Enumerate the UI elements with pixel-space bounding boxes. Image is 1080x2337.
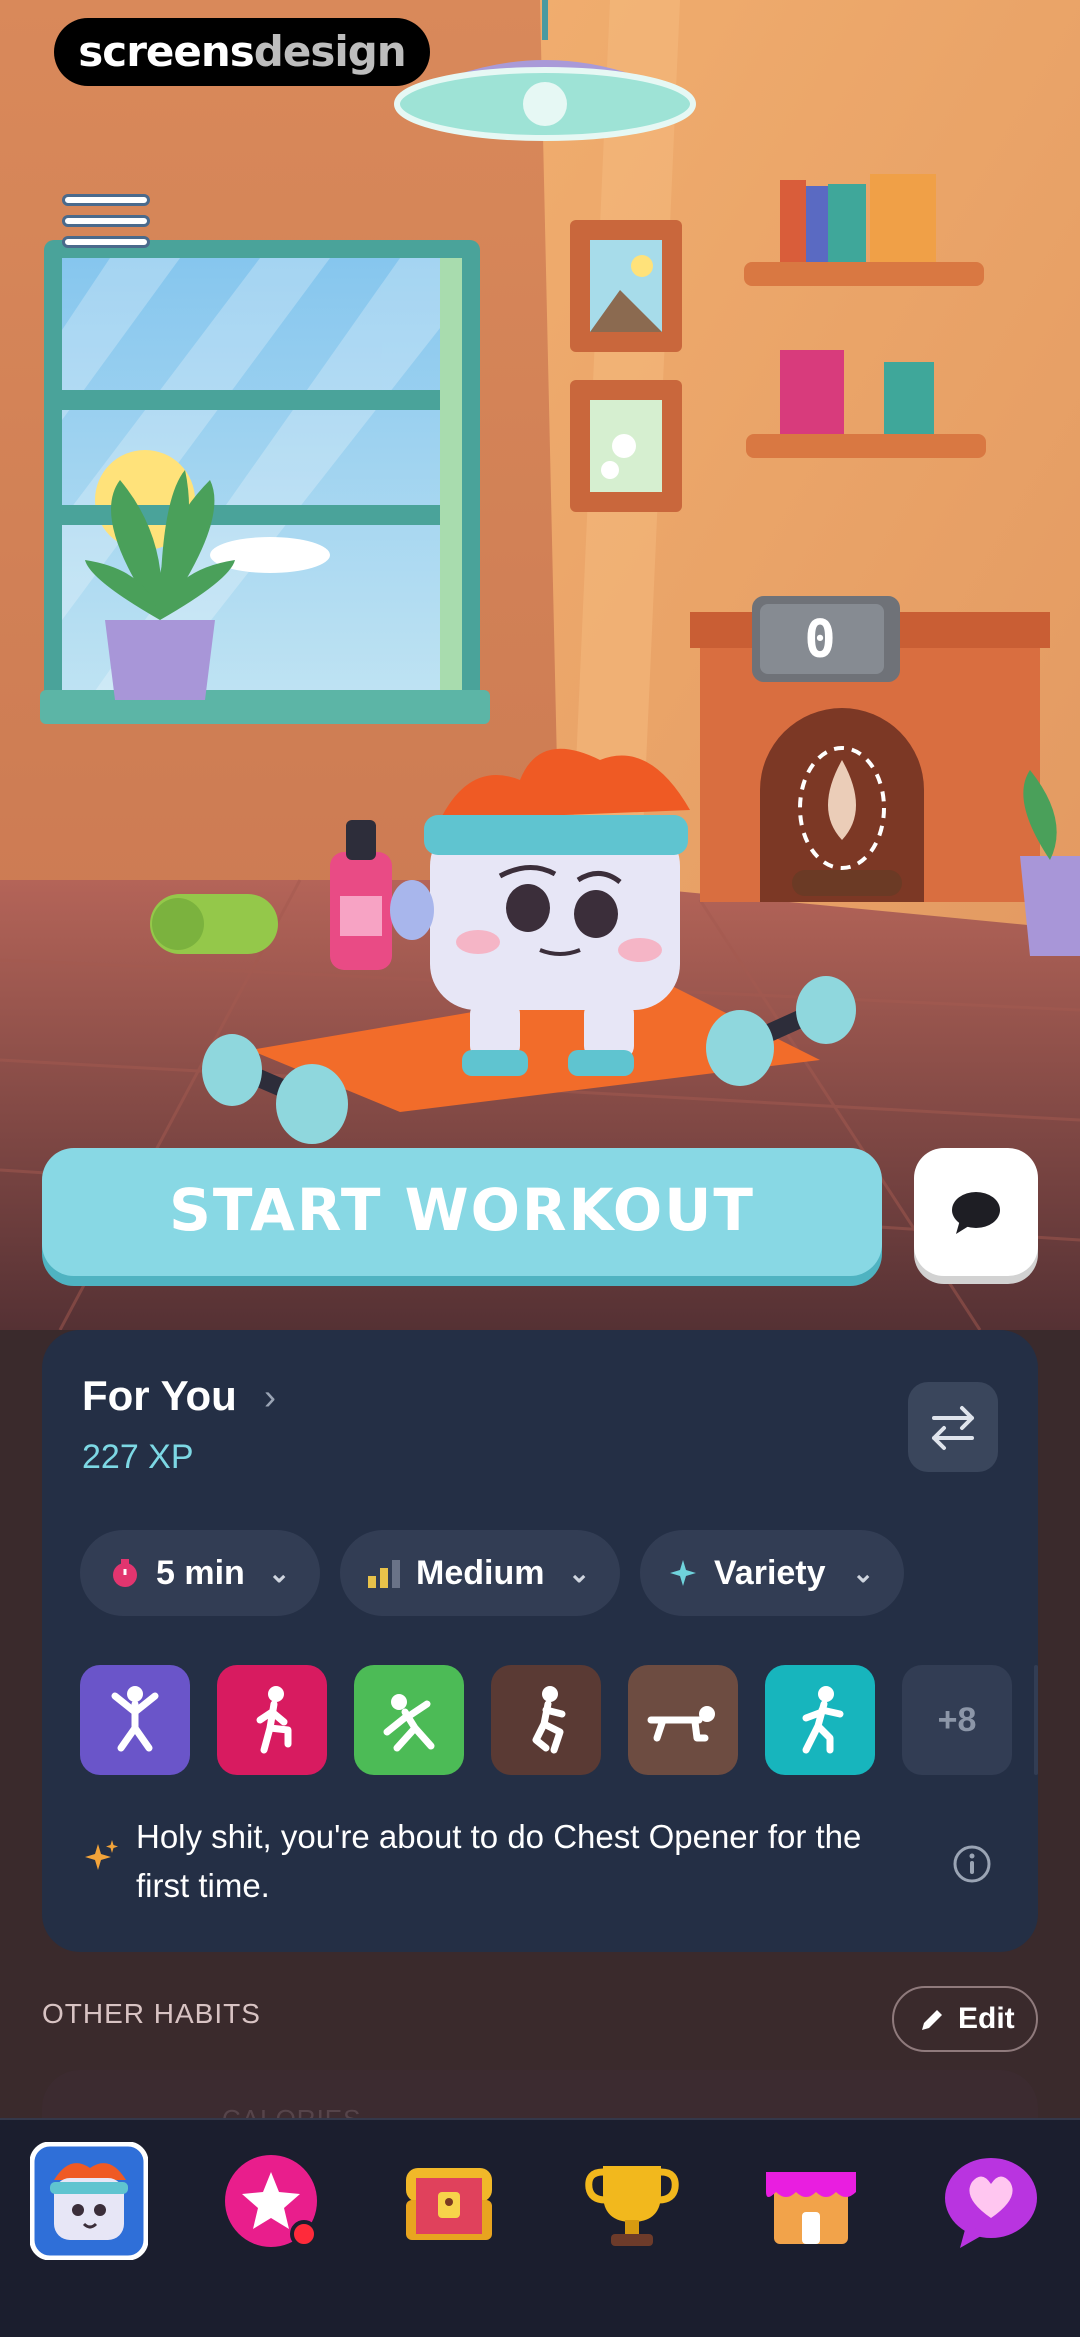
for-you-card: For You › 227 XP 5 min ⌄ Medium ⌄ Variet…	[42, 1330, 1038, 1952]
other-habits-heading: OTHER HABITS	[42, 1998, 261, 2029]
heart-chat-icon	[945, 2158, 1037, 2248]
exercise-tile-stretch[interactable]	[354, 1665, 464, 1775]
exercise-tile-jumping-jack[interactable]	[80, 1665, 190, 1775]
sparkles-icon	[85, 1840, 118, 1870]
high-knees-icon	[256, 1686, 292, 1754]
plank-icon	[647, 1706, 715, 1742]
info-icon[interactable]	[952, 1844, 992, 1884]
boxing-icon	[802, 1686, 844, 1754]
swap-arrows-icon	[932, 1406, 974, 1450]
jumping-jack-icon	[111, 1686, 159, 1752]
swap-workout-button[interactable]	[908, 1382, 998, 1472]
edit-label: Edit	[958, 2002, 1015, 2035]
start-workout-button[interactable]: START WORKOUT	[42, 1148, 882, 1276]
trophy-tab[interactable]	[573, 2142, 691, 2260]
squat-icon	[532, 1686, 566, 1754]
treasure-chest-tab[interactable]	[390, 2142, 508, 2260]
character-avatar-icon	[29, 2141, 149, 2261]
style-filter[interactable]: Variety ⌄	[640, 1530, 904, 1616]
stopwatch-icon	[113, 1559, 137, 1587]
chevron-down-icon: ⌄	[852, 1558, 874, 1588]
duration-filter-label: 5 min	[156, 1554, 245, 1592]
treasure-chest-icon	[406, 2168, 492, 2240]
profile-avatar-tab[interactable]	[29, 2141, 149, 2261]
exercise-tile-boxing[interactable]	[765, 1665, 875, 1775]
difficulty-filter-label: Medium	[416, 1554, 545, 1592]
sparkle-icon	[670, 1560, 696, 1586]
star-icon	[225, 2155, 318, 2248]
bottom-tab-bar	[0, 2118, 1080, 2337]
chat-button[interactable]	[914, 1148, 1038, 1276]
heart-chat-tab[interactable]	[932, 2142, 1050, 2260]
trophy-icon	[585, 2166, 679, 2246]
duration-filter[interactable]: 5 min ⌄	[80, 1530, 320, 1616]
exercise-tile-squat[interactable]	[491, 1665, 601, 1775]
chevron-right-icon[interactable]: ›	[264, 1376, 276, 1418]
speech-bubble-icon	[952, 1192, 1000, 1234]
workout-room-illustration	[0, 0, 1080, 1330]
pencil-icon	[922, 2010, 942, 2030]
shop-tab[interactable]	[752, 2142, 870, 2260]
style-filter-label: Variety	[714, 1554, 826, 1592]
next-tile-edge	[1034, 1665, 1038, 1775]
card-title[interactable]: For You	[82, 1372, 237, 1420]
shop-icon	[766, 2172, 856, 2244]
fire-streak-counter: 0	[804, 610, 836, 670]
chevron-down-icon: ⌄	[268, 1558, 290, 1588]
menu-icon[interactable]	[62, 194, 150, 264]
notification-dot	[290, 2220, 318, 2248]
edit-habits-button[interactable]: Edit	[892, 1986, 1038, 2052]
exercise-tile-plank[interactable]	[628, 1665, 738, 1775]
xp-value: 227 XP	[82, 1438, 194, 1476]
stretch-icon	[383, 1694, 435, 1752]
tip-text: Holy shit, you're about to do Chest Open…	[136, 1818, 862, 1904]
difficulty-bars-icon	[368, 1560, 400, 1588]
more-exercises-tile[interactable]: +8	[902, 1665, 1012, 1775]
star-tab[interactable]	[212, 2142, 330, 2260]
screensdesign-watermark: screensdesign	[54, 18, 430, 86]
difficulty-filter[interactable]: Medium ⌄	[340, 1530, 620, 1616]
exercise-tile-high-knees[interactable]	[217, 1665, 327, 1775]
chevron-down-icon: ⌄	[568, 1558, 590, 1588]
